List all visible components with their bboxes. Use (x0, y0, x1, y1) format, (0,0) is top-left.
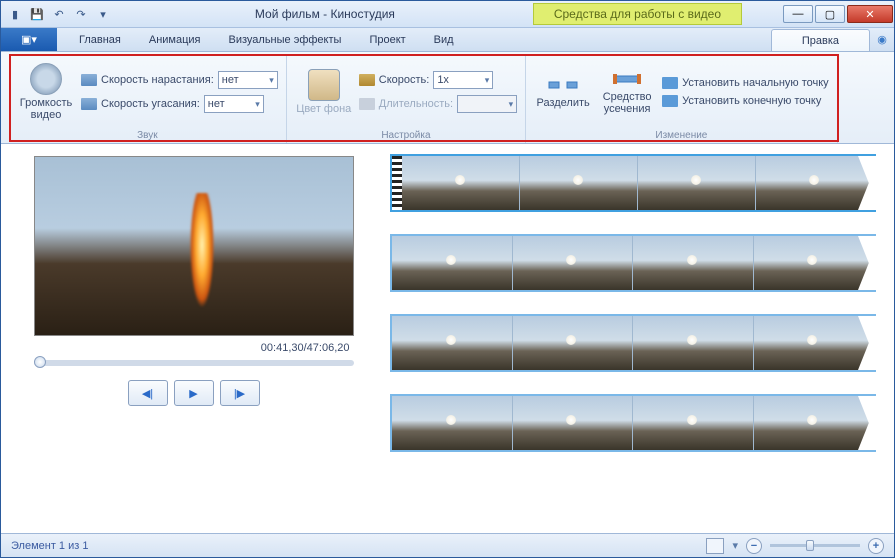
sound-group-label: Звук (137, 128, 158, 143)
prev-frame-button[interactable]: ◀| (128, 380, 168, 406)
redo-icon[interactable]: ↷ (73, 6, 89, 22)
quick-access-toolbar: ▮ 💾 ↶ ↷ ▾ (1, 6, 117, 22)
trim-tool-button[interactable]: Средство усечения (598, 69, 656, 115)
set-start-button[interactable]: Установить начальную точку (662, 77, 829, 89)
minimize-button[interactable]: ― (783, 5, 813, 23)
speed-icon (359, 74, 375, 86)
duration-dropdown (457, 95, 517, 113)
help-button[interactable]: ◉ (870, 28, 894, 51)
ribbon: Громкость видео Скорость нарастания: нет… (1, 52, 894, 144)
duration-icon (359, 98, 375, 110)
fade-out-row: Скорость угасания: нет (81, 95, 278, 113)
fade-in-row: Скорость нарастания: нет (81, 71, 278, 89)
background-color-label: Цвет фона (296, 103, 351, 115)
ribbon-group-edit: Разделить Средство усечения Установить н… (526, 56, 838, 143)
app-icon: ▮ (7, 6, 23, 22)
paint-bucket-icon (308, 69, 340, 101)
fade-out-label: Скорость угасания: (101, 98, 200, 110)
tab-effects[interactable]: Визуальные эффекты (215, 28, 356, 51)
video-volume-button[interactable]: Громкость видео (17, 63, 75, 121)
film-edge-icon (392, 156, 402, 210)
ribbon-tabs: ▣▾ Главная Анимация Визуальные эффекты П… (1, 28, 894, 52)
time-display: 00:41,30/47:06,20 (34, 336, 354, 360)
tab-animation[interactable]: Анимация (135, 28, 215, 51)
set-end-label: Установить конечную точку (682, 95, 821, 107)
split-button[interactable]: Разделить (534, 75, 592, 109)
undo-icon[interactable]: ↶ (51, 6, 67, 22)
file-menu-button[interactable]: ▣▾ (1, 28, 57, 51)
timeline-clip[interactable] (390, 234, 876, 292)
zoom-in-button[interactable]: + (868, 538, 884, 554)
duration-row: Длительность: (359, 95, 517, 113)
speaker-icon (30, 63, 62, 95)
background-color-button[interactable]: Цвет фона (295, 69, 353, 115)
speed-label: Скорость: (379, 74, 430, 86)
split-label: Разделить (536, 97, 589, 109)
content-area: 00:41,30/47:06,20 ◀| ▶ |▶ (1, 144, 894, 533)
trim-label: Средство усечения (598, 91, 656, 115)
next-frame-button[interactable]: |▶ (220, 380, 260, 406)
trim-icon (611, 69, 643, 89)
ribbon-group-adjust: Цвет фона Скорость: 1x Длительность: Нас… (287, 56, 526, 143)
split-icon (547, 75, 579, 95)
video-preview[interactable] (34, 156, 354, 336)
fade-out-dropdown[interactable]: нет (204, 95, 264, 113)
edit-group-label: Изменение (655, 128, 707, 143)
timeline-pane[interactable] (386, 144, 894, 533)
title-bar: ▮ 💾 ↶ ↷ ▾ Мой фильм - Киностудия Средств… (1, 1, 894, 28)
timeline-clip[interactable] (390, 154, 876, 212)
timeline-clip[interactable] (390, 394, 876, 452)
preview-content (187, 193, 217, 323)
status-item-count: Элемент 1 из 1 (11, 540, 88, 552)
maximize-button[interactable]: ▢ (815, 5, 845, 23)
video-volume-label: Громкость видео (17, 97, 75, 121)
contextual-tab-header: Средства для работы с видео (533, 3, 742, 25)
thumbnail-view-button[interactable] (706, 538, 724, 554)
zoom-slider[interactable] (770, 544, 860, 547)
ribbon-group-sound: Громкость видео Скорость нарастания: нет… (9, 56, 287, 143)
close-button[interactable]: ✕ (847, 5, 893, 23)
play-button[interactable]: ▶ (174, 380, 214, 406)
fade-in-icon (81, 74, 97, 86)
duration-label: Длительность: (379, 98, 453, 110)
status-bar: Элемент 1 из 1 ▾ − + (1, 533, 894, 557)
app-window: ▮ 💾 ↶ ↷ ▾ Мой фильм - Киностудия Средств… (0, 0, 895, 558)
seek-bar[interactable] (34, 360, 354, 366)
qat-dropdown-icon[interactable]: ▾ (95, 6, 111, 22)
tab-home[interactable]: Главная (65, 28, 135, 51)
timeline-clip[interactable] (390, 314, 876, 372)
zoom-thumb[interactable] (806, 540, 814, 551)
zoom-out-button[interactable]: − (746, 538, 762, 554)
window-buttons: ― ▢ ✕ (782, 3, 894, 25)
set-start-label: Установить начальную точку (682, 77, 829, 89)
speed-row: Скорость: 1x (359, 71, 517, 89)
speed-dropdown[interactable]: 1x (433, 71, 493, 89)
fade-in-dropdown[interactable]: нет (218, 71, 278, 89)
window-title: Мой фильм - Киностудия (117, 7, 533, 21)
set-start-icon (662, 77, 678, 89)
tab-view[interactable]: Вид (420, 28, 468, 51)
preview-pane: 00:41,30/47:06,20 ◀| ▶ |▶ (1, 144, 386, 533)
tab-edit[interactable]: Правка (771, 29, 870, 51)
set-end-icon (662, 95, 678, 107)
fade-in-label: Скорость нарастания: (101, 74, 214, 86)
seek-thumb[interactable] (34, 356, 46, 368)
file-menu-icon: ▣▾ (21, 33, 37, 46)
playback-controls: ◀| ▶ |▶ (128, 380, 260, 406)
fade-out-icon (81, 98, 97, 110)
set-end-button[interactable]: Установить конечную точку (662, 95, 829, 107)
view-dropdown-icon[interactable]: ▾ (732, 539, 738, 552)
tab-project[interactable]: Проект (355, 28, 419, 51)
adjust-group-label: Настройка (381, 128, 430, 143)
save-icon[interactable]: 💾 (29, 6, 45, 22)
